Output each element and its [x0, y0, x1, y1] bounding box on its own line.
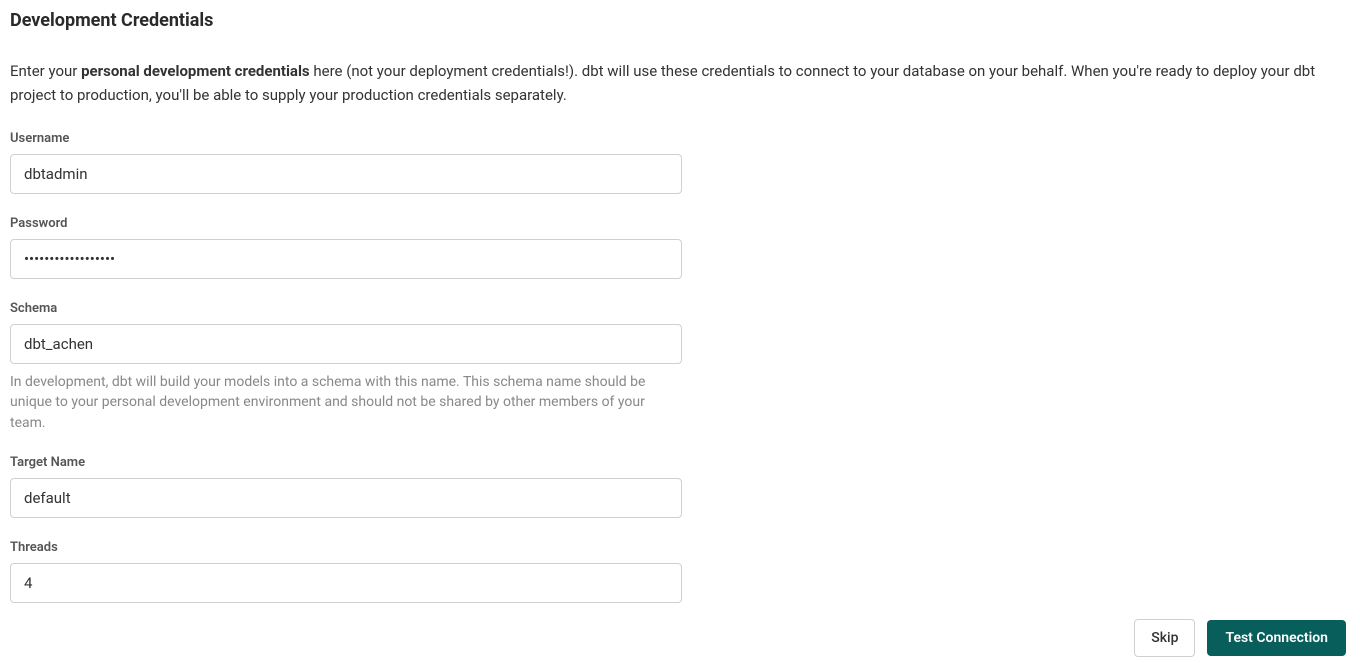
threads-input[interactable] — [10, 563, 682, 603]
schema-input[interactable] — [10, 324, 682, 364]
target-name-group: Target Name — [10, 455, 682, 518]
threads-label: Threads — [10, 540, 682, 555]
footer-buttons: Skip Test Connection — [1134, 619, 1346, 657]
skip-button[interactable]: Skip — [1134, 619, 1195, 657]
username-label: Username — [10, 131, 682, 146]
credentials-description: Enter your personal development credenti… — [10, 59, 1350, 107]
schema-group: Schema In development, dbt will build yo… — [10, 301, 682, 433]
target-name-input[interactable] — [10, 478, 682, 518]
username-group: Username — [10, 131, 682, 194]
target-name-label: Target Name — [10, 455, 682, 470]
page-title: Development Credentials — [10, 10, 1350, 31]
threads-group: Threads — [10, 540, 682, 603]
desc-bold: personal development credentials — [81, 62, 310, 80]
schema-label: Schema — [10, 301, 682, 316]
desc-prefix: Enter your — [10, 62, 81, 80]
schema-help-text: In development, dbt will build your mode… — [10, 372, 682, 433]
password-label: Password — [10, 216, 682, 231]
password-group: Password — [10, 216, 682, 279]
test-connection-button[interactable]: Test Connection — [1207, 620, 1346, 656]
username-input[interactable] — [10, 154, 682, 194]
password-input[interactable] — [10, 239, 682, 279]
